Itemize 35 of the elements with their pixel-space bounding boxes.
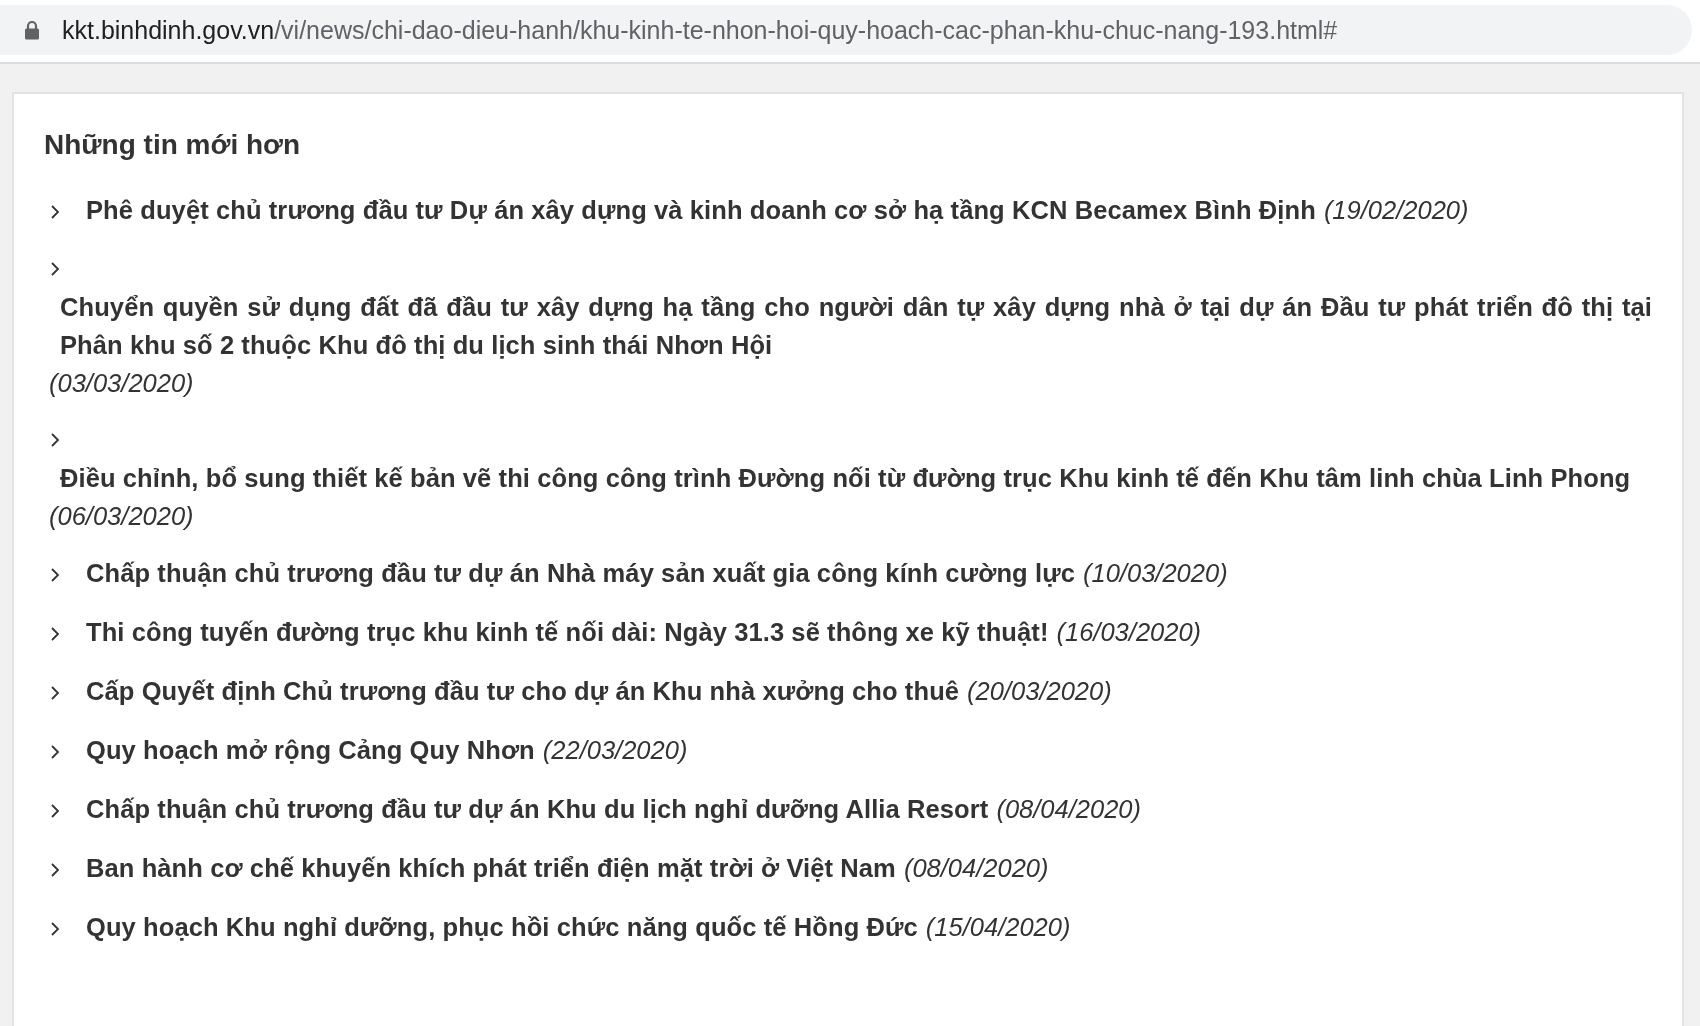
chevron-icon [50, 567, 60, 583]
news-link[interactable]: Quy hoạch mở rộng Cảng Quy Nhơn [86, 731, 535, 769]
url-host: kkt.binhdinh.gov.vn [62, 15, 275, 44]
chevron-icon [50, 744, 60, 760]
url-path: /vi/news/chi-dao-dieu-hanh/khu-kinh-te-nhon-hoi-quy-hoach-cac-phan-khu-chuc-nang-193.html# [274, 15, 1338, 44]
chevron-icon [50, 261, 60, 277]
news-link[interactable]: Phê duyệt chủ trương đầu tư Dự án xây dựng và kinh doanh cơ sở hạ tầng KCN Becamex Bình Định [86, 191, 1316, 229]
news-date: (16/03/2020) [1056, 617, 1202, 648]
news-link[interactable]: Thi công tuyến đường trục khu kinh tế nối dài: Ngày 31.3 sẽ thông xe kỹ thuật! [86, 613, 1049, 651]
chevron-icon [50, 685, 60, 701]
news-link[interactable]: Điều chỉnh, bổ sung thiết kế bản vẽ thi công công trình Đường nối từ đường trục Khu kinh tế đến Khu tâm linh chùa Linh Phong [60, 459, 1652, 497]
news-date: (20/03/2020) [967, 676, 1112, 707]
chevron-icon [50, 803, 60, 819]
chevron-icon [50, 432, 60, 448]
news-date: (22/03/2020) [542, 735, 688, 766]
news-date: (15/04/2020) [925, 912, 1071, 943]
news-date: (03/03/2020) [49, 368, 195, 399]
news-link[interactable]: Quy hoạch Khu nghỉ dưỡng, phục hồi chức năng quốc tế Hồng Đức [86, 908, 918, 946]
news-date: (08/04/2020) [903, 853, 1049, 884]
news-date: (19/02/2020) [1323, 195, 1469, 226]
chevron-icon [50, 626, 60, 642]
news-date: (08/04/2020) [996, 794, 1141, 825]
chevron-icon [50, 204, 60, 220]
news-link[interactable]: Ban hành cơ chế khuyến khích phát triển điện mặt trời ở Việt Nam [86, 849, 896, 887]
news-link[interactable]: Chấp thuận chủ trương đầu tư dự án Khu du lịch nghỉ dưỡng Allia Resort [86, 790, 989, 828]
address-bar[interactable]: kkt.binhdinh.gov.vn/vi/news/chi-dao-dieu-hanh/khu-kinh-te-nhon-hoi-quy-hoach-cac-phan-khu-chuc-nang-193.html# [0, 5, 1692, 55]
chevron-icon [50, 921, 60, 937]
lock-icon [24, 20, 40, 40]
news-date: (06/03/2020) [49, 501, 195, 532]
news-date: (10/03/2020) [1083, 558, 1228, 589]
news-link[interactable]: Chuyển quyền sử dụng đất đã đầu tư xây dựng hạ tầng cho người dân tự xây dựng nhà ở tại dự án Đầu tư phát triển đô thị tại Phân khu số 2 thuộc Khu đô thị du lịch sinh thái Nhơn Hội [60, 288, 1652, 364]
news-link[interactable]: Chấp thuận chủ trương đầu tư dự án Nhà máy sản xuất gia công kính cường lực [86, 554, 1075, 592]
news-link[interactable]: Cấp Quyết định Chủ trương đầu tư cho dự án Khu nhà xưởng cho thuê [86, 672, 960, 710]
section-heading: Những tin mới hơn [44, 128, 302, 162]
chevron-icon [50, 862, 60, 878]
